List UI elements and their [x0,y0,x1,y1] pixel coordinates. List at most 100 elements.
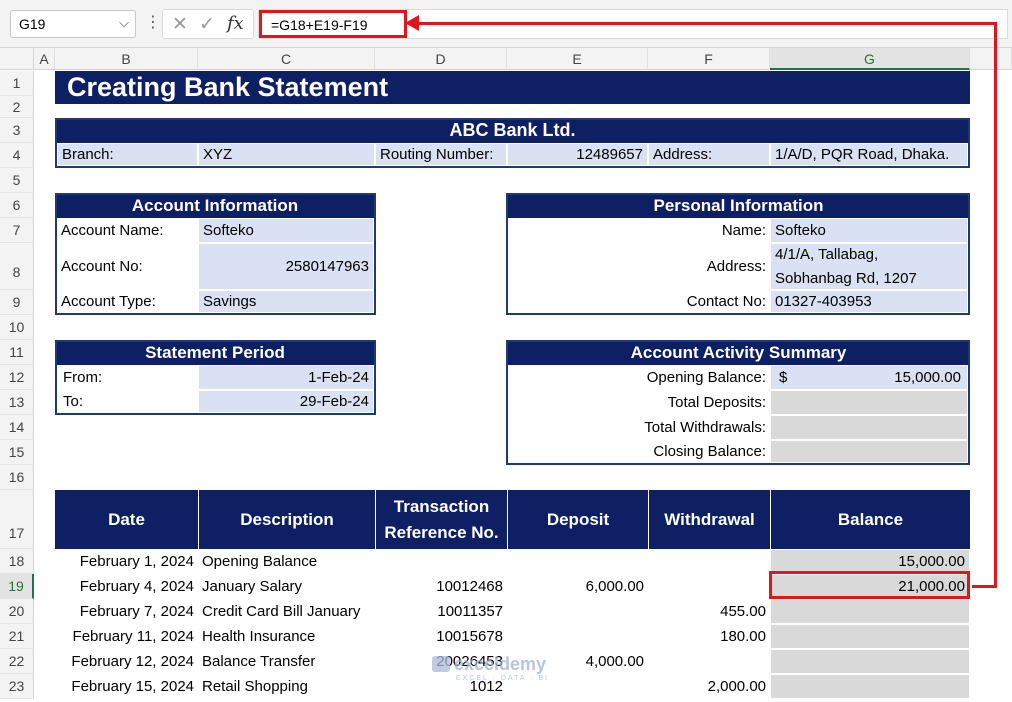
opening-balance-amount: 15,000.00 [894,369,961,386]
cell-withdrawal[interactable] [648,574,770,599]
chevron-down-icon[interactable]: ⌵ [119,15,129,31]
account-no-value[interactable]: 2580147963 [198,243,374,290]
select-all-corner[interactable] [0,48,34,70]
total-withdrawals-value[interactable] [770,415,968,440]
cell-withdrawal[interactable] [648,649,770,674]
cell-date[interactable]: February 11, 2024 [55,624,198,649]
annotation-arrow [994,22,997,588]
row-header[interactable]: 1 [0,71,34,96]
th-balance: Balance [771,490,970,549]
row-header[interactable]: 13 [0,390,34,415]
to-value[interactable]: 29-Feb-24 [198,390,374,413]
cell-description[interactable]: Balance Transfer [198,649,375,674]
cell-withdrawal[interactable]: 455.00 [648,599,770,624]
col-header-b[interactable]: B [55,48,198,70]
more-icon[interactable]: ⋮ [145,12,161,32]
cell-withdrawal[interactable]: 2,000.00 [648,674,770,699]
cell-description[interactable]: Credit Card Bill January [198,599,375,624]
row-header[interactable]: 16 [0,465,34,490]
cell-description[interactable]: Retail Shopping [198,674,375,699]
opening-balance-value[interactable]: $ 15,000.00 [770,365,968,390]
cell-balance[interactable] [770,624,970,649]
cell-withdrawal[interactable]: 180.00 [648,624,770,649]
account-no-label: Account No: [57,243,198,290]
cell-deposit[interactable]: 6,000.00 [507,574,648,599]
watermark-tagline: EXCEL · DATA · BI [456,675,549,682]
cell-date[interactable]: February 1, 2024 [55,549,198,574]
personal-address-value[interactable]: 4/1/A, Tallabag, Sobhanbag Rd, 1207 [770,243,968,290]
row-header[interactable]: 20 [0,599,34,624]
address-label: Address: [648,143,770,166]
cell-description[interactable]: Opening Balance [198,549,375,574]
row-header[interactable]: 18 [0,549,34,574]
check-icon[interactable]: ✓ [199,13,215,36]
cell-date[interactable]: February 12, 2024 [55,649,198,674]
row-header[interactable]: 14 [0,415,34,440]
row-header[interactable]: 2 [0,96,34,118]
routing-value[interactable]: 12489657 [507,143,648,166]
account-name-label: Account Name: [57,218,198,243]
cell-reference[interactable]: 10011357 [375,599,507,624]
total-deposits-value[interactable] [770,390,968,415]
th-withdrawal: Withdrawal [649,490,770,549]
cell-reference[interactable] [375,549,507,574]
account-type-value[interactable]: Savings [198,290,374,313]
cell-withdrawal[interactable] [648,549,770,574]
cell-date[interactable]: February 4, 2024 [55,574,198,599]
cell-deposit[interactable] [507,549,648,574]
contact-value[interactable]: 01327-403953 [770,290,968,313]
row-header[interactable]: 19 [0,574,34,599]
col-header-e[interactable]: E [507,48,648,70]
from-value[interactable]: 1-Feb-24 [198,365,374,390]
cell-reference[interactable]: 10012468 [375,574,507,599]
arrow-head-icon [405,15,419,31]
currency-symbol: $ [779,369,788,386]
cell-deposit[interactable] [507,599,648,624]
fx-icon[interactable]: fx [227,13,244,34]
account-name-value[interactable]: Softeko [198,218,374,243]
name-box[interactable]: G19 ⌵ [10,10,136,38]
row-header[interactable]: 11 [0,340,34,365]
row-header[interactable]: 10 [0,315,34,340]
col-header-g[interactable]: G [770,48,970,70]
row-header[interactable]: 15 [0,440,34,465]
cell-reference[interactable]: 10015678 [375,624,507,649]
col-header-d[interactable]: D [375,48,507,70]
close-icon[interactable]: ✕ [172,13,188,36]
closing-balance-value[interactable] [770,440,968,463]
routing-label: Routing Number: [375,143,507,166]
cell-date[interactable]: February 15, 2024 [55,674,198,699]
row-header[interactable]: 22 [0,649,34,674]
branch-label: Branch: [57,143,198,166]
contact-label: Contact No: [508,290,770,313]
row-header[interactable]: 23 [0,674,34,699]
address-value[interactable]: 1/A/D, PQR Road, Dhaka. [770,143,968,166]
from-label: From: [59,365,198,390]
cell-date[interactable]: February 7, 2024 [55,599,198,624]
row-header[interactable]: 7 [0,218,34,243]
row-header[interactable]: 5 [0,168,34,193]
total-withdrawals-label: Total Withdrawals: [508,415,770,440]
cell-description[interactable]: Health Insurance [198,624,375,649]
cell-balance[interactable] [770,599,970,624]
row-header[interactable]: 6 [0,193,34,218]
total-deposits-label: Total Deposits: [508,390,770,415]
opening-balance-label: Opening Balance: [508,365,770,390]
row-header[interactable]: 8 [0,243,34,290]
row-header[interactable]: 12 [0,365,34,390]
row-header[interactable]: 17 [0,490,34,549]
col-header-f[interactable]: F [648,48,770,70]
row-header[interactable]: 9 [0,290,34,315]
branch-value[interactable]: XYZ [198,143,375,166]
personal-address-label: Address: [508,243,770,290]
cell-balance[interactable] [770,649,970,674]
personal-name-value[interactable]: Softeko [770,218,968,243]
row-header[interactable]: 4 [0,143,34,168]
row-header[interactable]: 3 [0,118,34,143]
col-header-a[interactable]: A [34,48,55,70]
cell-deposit[interactable] [507,624,648,649]
row-header[interactable]: 21 [0,624,34,649]
cell-description[interactable]: January Salary [198,574,375,599]
col-header-c[interactable]: C [198,48,375,70]
cell-balance[interactable] [770,674,970,699]
